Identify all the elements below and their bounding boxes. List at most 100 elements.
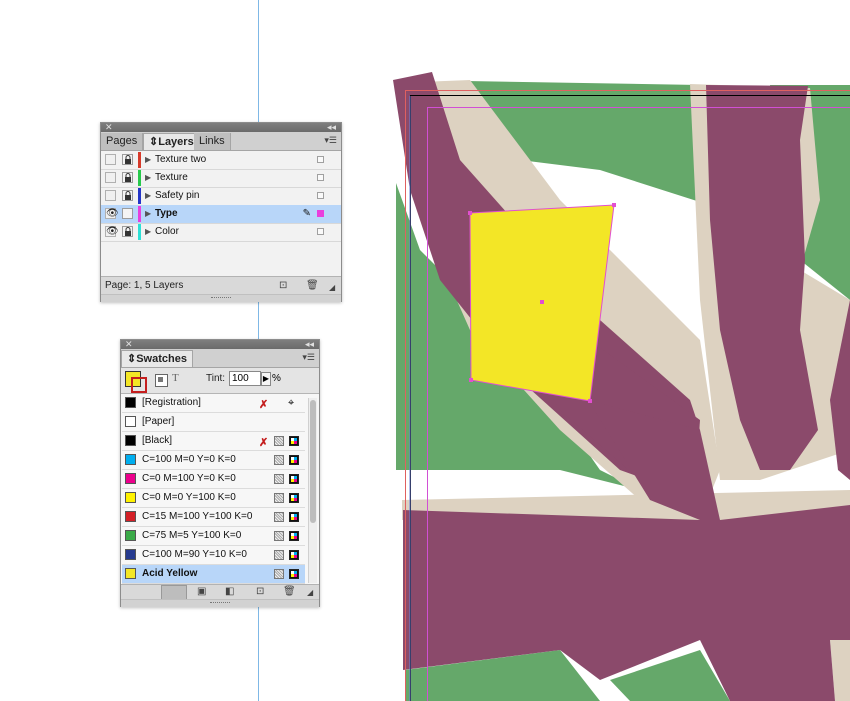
layer-row[interactable]: ▶ Texture [101,169,341,188]
resize-grip-icon[interactable]: ◢ [307,586,313,600]
tab-layers[interactable]: ⇕Layers [143,133,200,150]
collapse-icon[interactable]: ◂◂ [305,340,314,349]
swatch-name: Acid Yellow [142,568,198,579]
swatch-row[interactable]: C=100 M=0 Y=0 K=0 [122,451,305,470]
frame-center-point[interactable] [540,300,544,304]
layer-name: Type [155,208,178,219]
trash-icon[interactable]: 🗑 [306,277,319,294]
swatch-chip [125,549,136,560]
lock-icon[interactable] [122,226,133,237]
selection-indicator[interactable] [317,174,324,181]
process-color-icon [274,493,284,503]
layers-panel: ✕ ◂◂ Pages ⇕Layers Links ▾☰ ▶ Texture two… [100,122,342,302]
eye-icon[interactable]: 👁 [105,226,119,237]
tab-links[interactable]: Links [194,133,231,150]
swatches-panel: ✕ ◂◂ ⇕Swatches ▾☰ T Tint: ▶ % [Registrat… [120,339,320,607]
formatting-text-icon[interactable]: T [172,372,179,384]
selection-indicator[interactable] [317,210,324,217]
collapse-icon[interactable]: ◂◂ [327,123,336,132]
swatch-chip [125,568,136,579]
expand-triangle-icon[interactable]: ▶ [145,151,151,169]
stroke-swatch[interactable] [131,377,147,393]
process-color-icon [274,550,284,560]
close-icon[interactable]: ✕ [105,123,113,132]
show-color-swatches-icon[interactable]: ▣ [197,585,206,599]
panel-tabs: ⇕Swatches ▾☰ [121,349,319,368]
process-color-icon [274,512,284,522]
selection-indicator[interactable] [317,192,324,199]
swatch-name: C=75 M=5 Y=100 K=0 [142,530,242,541]
frame-handle[interactable] [468,211,472,215]
cmyk-mode-icon [289,436,299,446]
process-color-icon [274,436,284,446]
panel-grip[interactable] [101,294,341,302]
tab-swatches[interactable]: ⇕Swatches [121,350,193,367]
selected-yellow-frame[interactable] [468,203,616,403]
layer-row[interactable]: ▶ Texture two [101,151,341,170]
frame-handle[interactable] [588,399,592,403]
new-layer-icon[interactable]: ⊡ [279,277,287,294]
process-color-icon [274,455,284,465]
layer-name: Texture [155,172,188,183]
layers-footer-text: Page: 1, 5 Layers [105,280,184,291]
show-all-swatches-icon[interactable] [161,585,187,600]
panel-titlebar[interactable]: ✕ ◂◂ [101,123,341,132]
expand-triangle-icon[interactable]: ▶ [145,187,151,205]
lock-toggle[interactable] [122,208,133,219]
swatch-row[interactable]: C=15 M=100 Y=100 K=0 [122,508,305,527]
swatch-row[interactable]: C=0 M=0 Y=100 K=0 [122,489,305,508]
layer-row[interactable]: ▶ Safety pin [101,187,341,206]
show-gradient-swatches-icon[interactable]: ◧ [225,585,234,599]
process-color-icon [274,474,284,484]
visibility-toggle[interactable] [105,190,116,201]
panel-titlebar[interactable]: ✕ ◂◂ [121,340,319,349]
layer-row[interactable]: 👁 ▶ Color [101,223,341,242]
layer-color-bar [138,224,141,240]
lock-icon[interactable] [122,190,133,201]
tint-arrow-icon[interactable]: ▶ [261,372,271,386]
frame-handle[interactable] [612,203,616,207]
tint-input[interactable] [229,371,261,386]
trash-icon[interactable]: 🗑 [283,585,296,599]
expand-triangle-icon[interactable]: ▶ [145,223,151,241]
layer-name: Color [155,226,179,237]
layers-footer: Page: 1, 5 Layers ⊡ 🗑 ◢ [101,276,341,294]
tint-label: Tint: [206,373,226,384]
layer-name: Texture two [155,154,207,165]
visibility-toggle[interactable] [105,154,116,165]
expand-triangle-icon[interactable]: ▶ [145,205,151,223]
swatches-toolbar: T Tint: ▶ % [121,368,319,394]
close-icon[interactable]: ✕ [125,340,133,349]
lock-icon[interactable] [122,172,133,183]
layer-row[interactable]: 👁 ▶ Type ✎ [101,205,341,224]
swatch-name: [Black] [142,435,173,446]
panel-menu-icon[interactable]: ▾☰ [324,135,337,146]
process-color-icon [274,569,284,579]
pen-icon: ✎ [302,208,311,219]
selection-indicator[interactable] [317,156,324,163]
swatch-row[interactable]: Acid Yellow [122,565,305,584]
panel-menu-icon[interactable]: ▾☰ [302,352,315,363]
tab-pages[interactable]: Pages [101,133,144,150]
swatch-row[interactable]: C=0 M=100 Y=0 K=0 [122,470,305,489]
frame-handle[interactable] [469,378,473,382]
panel-grip[interactable] [121,599,319,607]
selection-indicator[interactable] [317,228,324,235]
swatch-row[interactable]: C=75 M=5 Y=100 K=0 [122,527,305,546]
lock-icon[interactable] [122,154,133,165]
cmyk-mode-icon [289,512,299,522]
union-flag-artwork[interactable] [393,72,850,701]
visibility-toggle[interactable] [105,172,116,183]
swatch-scrollbar[interactable] [308,398,317,583]
swatch-row[interactable]: [Registration] ✗ ⌖ [122,394,305,413]
swatch-row[interactable]: [Paper] [122,413,305,432]
swatch-row[interactable]: [Black] ✗ [122,432,305,451]
expand-triangle-icon[interactable]: ▶ [145,169,151,187]
swatch-chip [125,435,136,446]
swatch-row[interactable]: C=100 M=90 Y=10 K=0 [122,546,305,565]
cmyk-mode-icon [289,569,299,579]
new-swatch-icon[interactable]: ⊡ [256,585,264,599]
eye-icon[interactable]: 👁 [105,208,119,219]
formatting-container-icon[interactable] [155,374,168,387]
swatch-chip [125,511,136,522]
